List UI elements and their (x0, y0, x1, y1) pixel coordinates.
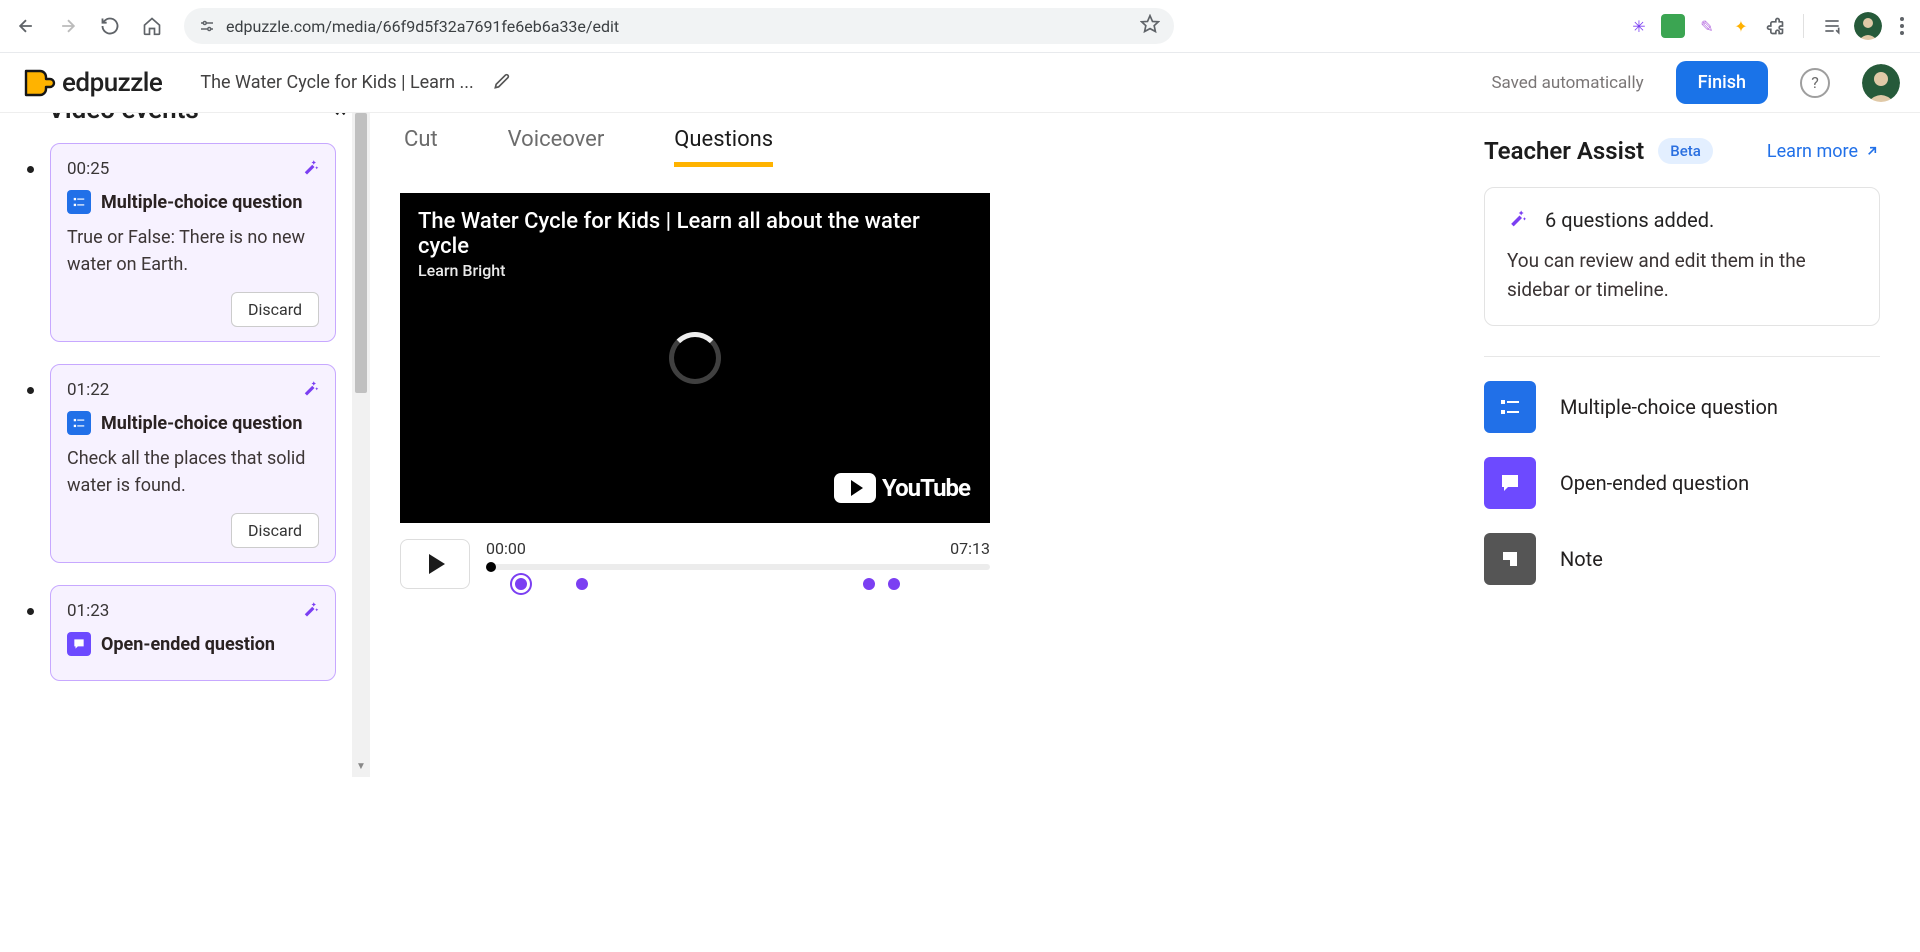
info-body: You can review and edit them in the side… (1507, 246, 1857, 305)
profile-avatar[interactable] (1854, 12, 1882, 40)
timeline-marker[interactable] (888, 578, 900, 590)
youtube-label: YouTube (882, 474, 970, 502)
oe-icon (1484, 457, 1536, 509)
scroll-down-icon[interactable]: ▼ (352, 761, 370, 777)
event-type-label: Multiple-choice question (101, 192, 302, 213)
mc-type-icon (67, 411, 91, 435)
scroll-up-icon[interactable]: ▲ (352, 113, 370, 129)
home-button[interactable] (134, 8, 170, 44)
add-mc-label: Multiple-choice question (1560, 395, 1778, 419)
add-oe-question[interactable]: Open-ended question (1484, 457, 1880, 509)
playhead[interactable] (486, 562, 496, 572)
youtube-play-icon (834, 473, 876, 503)
reading-list-icon[interactable] (1820, 14, 1844, 38)
tab-questions[interactable]: Questions (674, 127, 773, 167)
app-header: edpuzzle The Water Cycle for Kids | Lear… (0, 53, 1920, 113)
learn-more-label: Learn more (1767, 141, 1858, 162)
youtube-logo[interactable]: YouTube (834, 473, 970, 503)
finish-button[interactable]: Finish (1676, 61, 1768, 104)
magic-wand-icon[interactable] (301, 600, 319, 622)
timeline-marker[interactable] (515, 578, 527, 590)
site-settings-icon[interactable] (198, 17, 216, 35)
tab-voiceover[interactable]: Voiceover (508, 127, 605, 167)
extension-purple-icon[interactable]: ✳ (1627, 14, 1651, 38)
save-status: Saved automatically (1491, 73, 1643, 93)
video-player[interactable]: The Water Cycle for Kids | Learn all abo… (400, 193, 990, 523)
reload-button[interactable] (92, 8, 128, 44)
main-area: Video events 00:25 Multiple-choice quest… (0, 113, 1920, 777)
video-title: The Water Cycle for Kids | Learn all abo… (400, 193, 990, 261)
event-text: True or False: There is no new water on … (67, 224, 319, 278)
tab-cut[interactable]: Cut (404, 127, 438, 167)
logo[interactable]: edpuzzle (20, 65, 162, 101)
sidebar-title: Video events (48, 113, 199, 125)
extension-green-icon[interactable] (1661, 14, 1685, 38)
document-title[interactable]: The Water Cycle for Kids | Learn ... (200, 72, 473, 93)
event-time: 00:25 (67, 159, 109, 179)
back-button[interactable] (8, 8, 44, 44)
timeline-marker[interactable] (863, 578, 875, 590)
add-note[interactable]: Note (1484, 533, 1880, 585)
current-time: 00:00 (486, 539, 526, 558)
play-button[interactable] (400, 539, 470, 589)
edit-title-icon[interactable] (492, 71, 512, 95)
timeline-marker[interactable] (576, 578, 588, 590)
right-panel: Teacher Assist Beta Learn more 6 questio… (1460, 113, 1920, 777)
playback-controls: 00:00 07:13 (400, 539, 990, 589)
add-mc-question[interactable]: Multiple-choice question (1484, 381, 1880, 433)
collapse-sidebar-icon[interactable] (328, 113, 350, 123)
magic-wand-icon (1507, 208, 1527, 232)
event-text: Check all the places that solid water is… (67, 445, 319, 499)
edpuzzle-logo-icon (20, 65, 56, 101)
video-channel: Learn Bright (400, 261, 990, 280)
url-bar[interactable]: edpuzzle.com/media/66f9d5f32a7691fe6eb6a… (184, 8, 1174, 44)
oe-type-icon (67, 632, 91, 656)
event-card[interactable]: 01:23 Open-ended question (50, 585, 336, 681)
sidebar-scrollbar[interactable]: ▲ ▼ (352, 113, 370, 777)
extensions-menu-icon[interactable] (1763, 14, 1787, 38)
extensions-group: ✳ ✎ ✦ (1627, 9, 1912, 43)
url-text[interactable]: edpuzzle.com/media/66f9d5f32a7691fe6eb6a… (226, 17, 1130, 36)
info-box: 6 questions added. You can review and ed… (1484, 187, 1880, 326)
editor-tabs: Cut Voiceover Questions (404, 127, 1430, 167)
mc-icon (1484, 381, 1536, 433)
info-title: 6 questions added. (1545, 208, 1714, 232)
note-icon (1484, 533, 1536, 585)
logo-text: edpuzzle (62, 68, 162, 98)
discard-button[interactable]: Discard (231, 292, 319, 327)
forward-button[interactable] (50, 8, 86, 44)
event-type-label: Multiple-choice question (101, 413, 302, 434)
event-type-label: Open-ended question (101, 634, 275, 655)
event-card[interactable]: 00:25 Multiple-choice question True or F… (50, 143, 336, 342)
user-avatar[interactable] (1862, 64, 1900, 102)
sidebar: Video events 00:25 Multiple-choice quest… (0, 113, 370, 777)
event-card[interactable]: 01:22 Multiple-choice question Check all… (50, 364, 336, 563)
mc-type-icon (67, 190, 91, 214)
timeline[interactable]: 00:00 07:13 (486, 539, 990, 570)
help-button[interactable]: ? (1800, 68, 1830, 98)
event-time: 01:22 (67, 380, 109, 400)
beta-badge: Beta (1658, 138, 1713, 164)
add-note-label: Note (1560, 547, 1603, 571)
browser-chrome: edpuzzle.com/media/66f9d5f32a7691fe6eb6a… (0, 0, 1920, 53)
extension-pen-icon[interactable]: ✎ (1695, 14, 1719, 38)
learn-more-link[interactable]: Learn more (1767, 141, 1880, 162)
center-column: Cut Voiceover Questions The Water Cycle … (370, 113, 1460, 777)
duration: 07:13 (950, 539, 990, 558)
bookmark-star-icon[interactable] (1140, 14, 1160, 38)
add-oe-label: Open-ended question (1560, 471, 1749, 495)
divider (1484, 356, 1880, 357)
teacher-assist-title: Teacher Assist (1484, 137, 1644, 165)
magic-wand-icon[interactable] (301, 158, 319, 180)
extension-edpuzzle-icon[interactable]: ✦ (1729, 14, 1753, 38)
magic-wand-icon[interactable] (301, 379, 319, 401)
loading-spinner-icon (669, 332, 721, 384)
discard-button[interactable]: Discard (231, 513, 319, 548)
event-time: 01:23 (67, 601, 109, 621)
events-list: 00:25 Multiple-choice question True or F… (0, 133, 370, 713)
timeline-track[interactable] (486, 564, 990, 570)
external-link-icon (1864, 143, 1880, 159)
chrome-menu-button[interactable] (1892, 9, 1912, 43)
